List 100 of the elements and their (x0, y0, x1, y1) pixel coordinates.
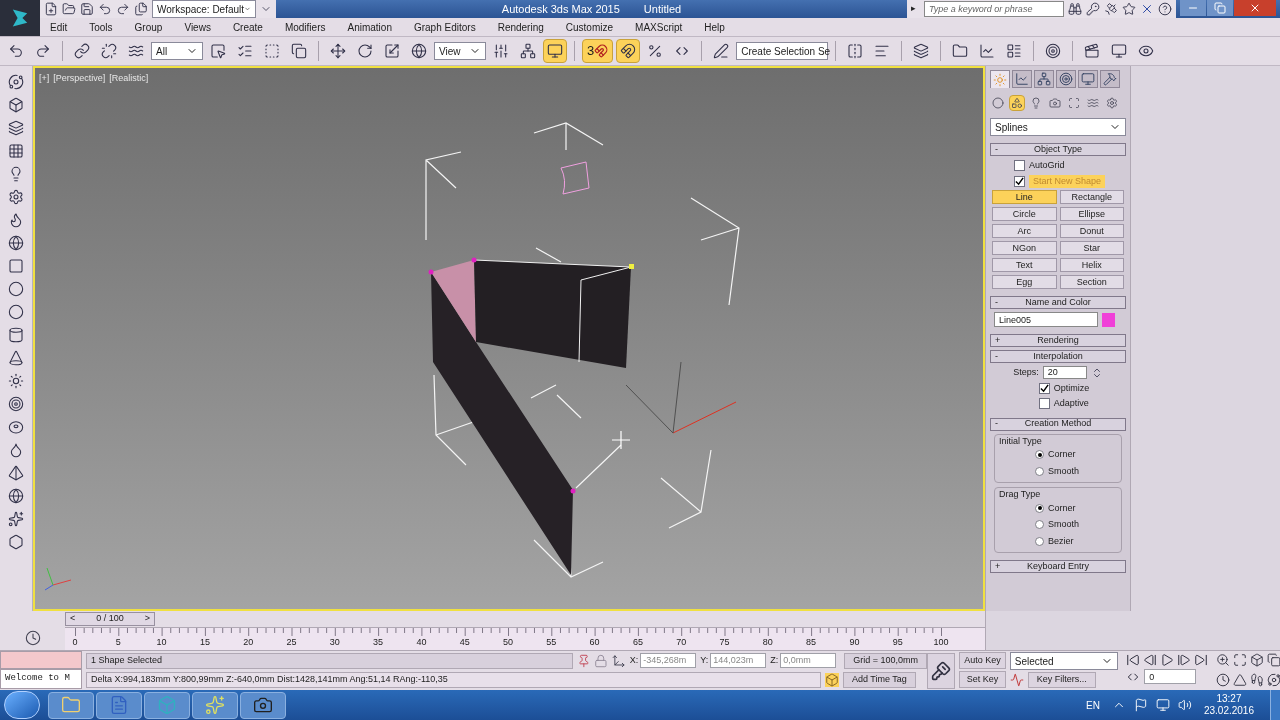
x-logo-icon[interactable] (1140, 2, 1154, 16)
object-type-button[interactable]: Line (992, 190, 1057, 204)
menu-item[interactable]: Animation (347, 19, 392, 35)
help-icon[interactable] (1158, 2, 1172, 16)
sparkles-icon[interactable] (8, 511, 24, 527)
key-icon[interactable] (1086, 2, 1100, 16)
speaker-icon[interactable] (1177, 698, 1192, 712)
cone-icon[interactable] (8, 350, 24, 366)
rollout-header[interactable]: + Rendering (990, 334, 1126, 347)
viewport-label[interactable]: [Perspective] (53, 72, 106, 86)
orbit-icon[interactable] (8, 74, 24, 90)
current-frame-field[interactable]: 0 (1144, 669, 1197, 684)
radio-button[interactable] (1035, 466, 1044, 476)
radio-button[interactable] (1035, 520, 1044, 530)
coordinate-field[interactable]: -345,268m (640, 653, 697, 668)
object-type-button[interactable]: Arc (992, 224, 1057, 238)
object-type-button[interactable]: Donut (1059, 224, 1124, 238)
maxscript-input-field[interactable] (0, 651, 82, 669)
folder-icon[interactable] (62, 2, 76, 16)
command-panel-tab[interactable] (1100, 70, 1120, 88)
menu-item[interactable]: Tools (89, 19, 113, 35)
rollout-header[interactable]: - Name and Color (990, 296, 1126, 309)
named-selection-dropdown[interactable]: Create Selection Se (736, 42, 829, 60)
menu-item[interactable]: Help (704, 19, 725, 35)
transform-mode-icon[interactable] (612, 653, 626, 668)
next-frame-button[interactable]: > (140, 612, 154, 626)
pyramid-icon[interactable] (8, 465, 24, 481)
windows-icon[interactable] (1267, 653, 1280, 667)
workspace-dropdown[interactable]: Workspace: Default (152, 0, 256, 18)
object-type-button[interactable]: Egg (992, 275, 1057, 289)
previous-frame-button[interactable]: < (66, 612, 80, 626)
reference-coordinate-dropdown[interactable]: View (434, 42, 486, 60)
globe-icon[interactable] (8, 488, 24, 504)
track-bar[interactable]: 0 5 10 15 20 25 30 35 40 45 50 55 60 65 70 75 80 85 90 95 100 (65, 627, 985, 650)
sun-icon[interactable] (8, 373, 24, 389)
files-icon[interactable] (134, 2, 148, 16)
monitor-icon[interactable] (543, 39, 567, 63)
checkbox[interactable] (1038, 382, 1050, 394)
object-type-button[interactable]: Helix (1059, 258, 1124, 272)
binoculars-icon[interactable] (1068, 2, 1082, 16)
menu-item[interactable]: Customize (565, 19, 614, 35)
undo-icon[interactable] (98, 2, 112, 16)
pin-icon[interactable] (576, 653, 591, 668)
object-type-button[interactable]: Rectangle (1059, 190, 1124, 204)
flag-icon[interactable] (1133, 698, 1148, 712)
perspective-viewport[interactable]: [+] [Perspective] [Realistic] (33, 66, 985, 611)
layers-icon[interactable] (8, 120, 24, 136)
taskbar-app-button[interactable] (48, 691, 94, 719)
cylinder-icon[interactable] (8, 327, 24, 343)
rollout-header[interactable]: - Creation Method (990, 417, 1126, 431)
start-button[interactable] (4, 691, 40, 719)
object-type-button[interactable]: Star (1059, 241, 1124, 255)
color-swatch[interactable] (1102, 312, 1115, 327)
add-time-tag-button[interactable]: Add Time Tag (843, 671, 916, 688)
command-panel-tab[interactable] (1034, 70, 1054, 88)
category-button[interactable] (1104, 95, 1120, 111)
target-icon[interactable] (8, 396, 24, 412)
object-type-button[interactable]: NGon (992, 241, 1057, 255)
next-frame-icon[interactable] (1177, 653, 1192, 667)
menu-item[interactable]: MAXScript (635, 19, 683, 35)
radio-button[interactable] (1035, 450, 1044, 460)
steps-spinner-field[interactable]: 20 (1042, 366, 1087, 380)
search-expand-arrow[interactable]: ▸ (907, 2, 920, 16)
menu-item[interactable]: Group (134, 19, 163, 35)
search-field[interactable]: Type a keyword or phrase (924, 1, 1064, 17)
satellite-icon[interactable] (1104, 2, 1118, 16)
box-icon[interactable] (8, 97, 24, 113)
redo-icon[interactable] (116, 2, 130, 16)
menu-item[interactable]: Edit (50, 19, 68, 35)
object-type-button[interactable]: Section (1059, 275, 1124, 289)
set-key-button[interactable]: Set Key (959, 671, 1006, 688)
menu-item[interactable]: Views (184, 19, 211, 35)
menu-item[interactable]: Rendering (497, 19, 544, 35)
viewport-label[interactable]: [Realistic] (109, 72, 149, 86)
radio-button[interactable] (1035, 536, 1044, 546)
rollout-header[interactable]: - Object Type (990, 143, 1126, 156)
command-panel-tab[interactable] (1012, 70, 1032, 88)
time-slider-thumb[interactable]: < 0 / 100 > (65, 612, 155, 626)
flame-icon[interactable] (8, 212, 24, 228)
command-panel-tab[interactable] (990, 70, 1010, 88)
star-icon[interactable] (1122, 2, 1136, 16)
new-file-icon[interactable] (44, 2, 58, 16)
magnet-icon[interactable] (616, 39, 641, 63)
play-icon[interactable] (1160, 653, 1175, 667)
category-button[interactable] (1009, 95, 1025, 111)
previous-frame-icon[interactable] (1143, 653, 1158, 667)
coordinate-field[interactable]: 144,023m (710, 653, 767, 668)
save-icon[interactable] (80, 2, 94, 16)
maxscript-output-field[interactable]: Welcome to M (0, 669, 82, 689)
lightbulb-icon[interactable] (8, 166, 24, 182)
curve-icon[interactable] (1009, 673, 1024, 687)
checkbox[interactable] (1038, 398, 1050, 410)
rollout-header[interactable]: - Interpolation (990, 350, 1126, 363)
time-tag-icon[interactable] (825, 672, 839, 687)
gear-icon[interactable] (8, 189, 24, 205)
category-button[interactable] (990, 95, 1006, 111)
object-type-button[interactable]: Ellipse (1059, 207, 1124, 221)
set-key-large-button[interactable] (927, 653, 956, 689)
hexagon-icon[interactable] (8, 534, 24, 550)
go-to-end-icon[interactable] (1194, 653, 1209, 667)
